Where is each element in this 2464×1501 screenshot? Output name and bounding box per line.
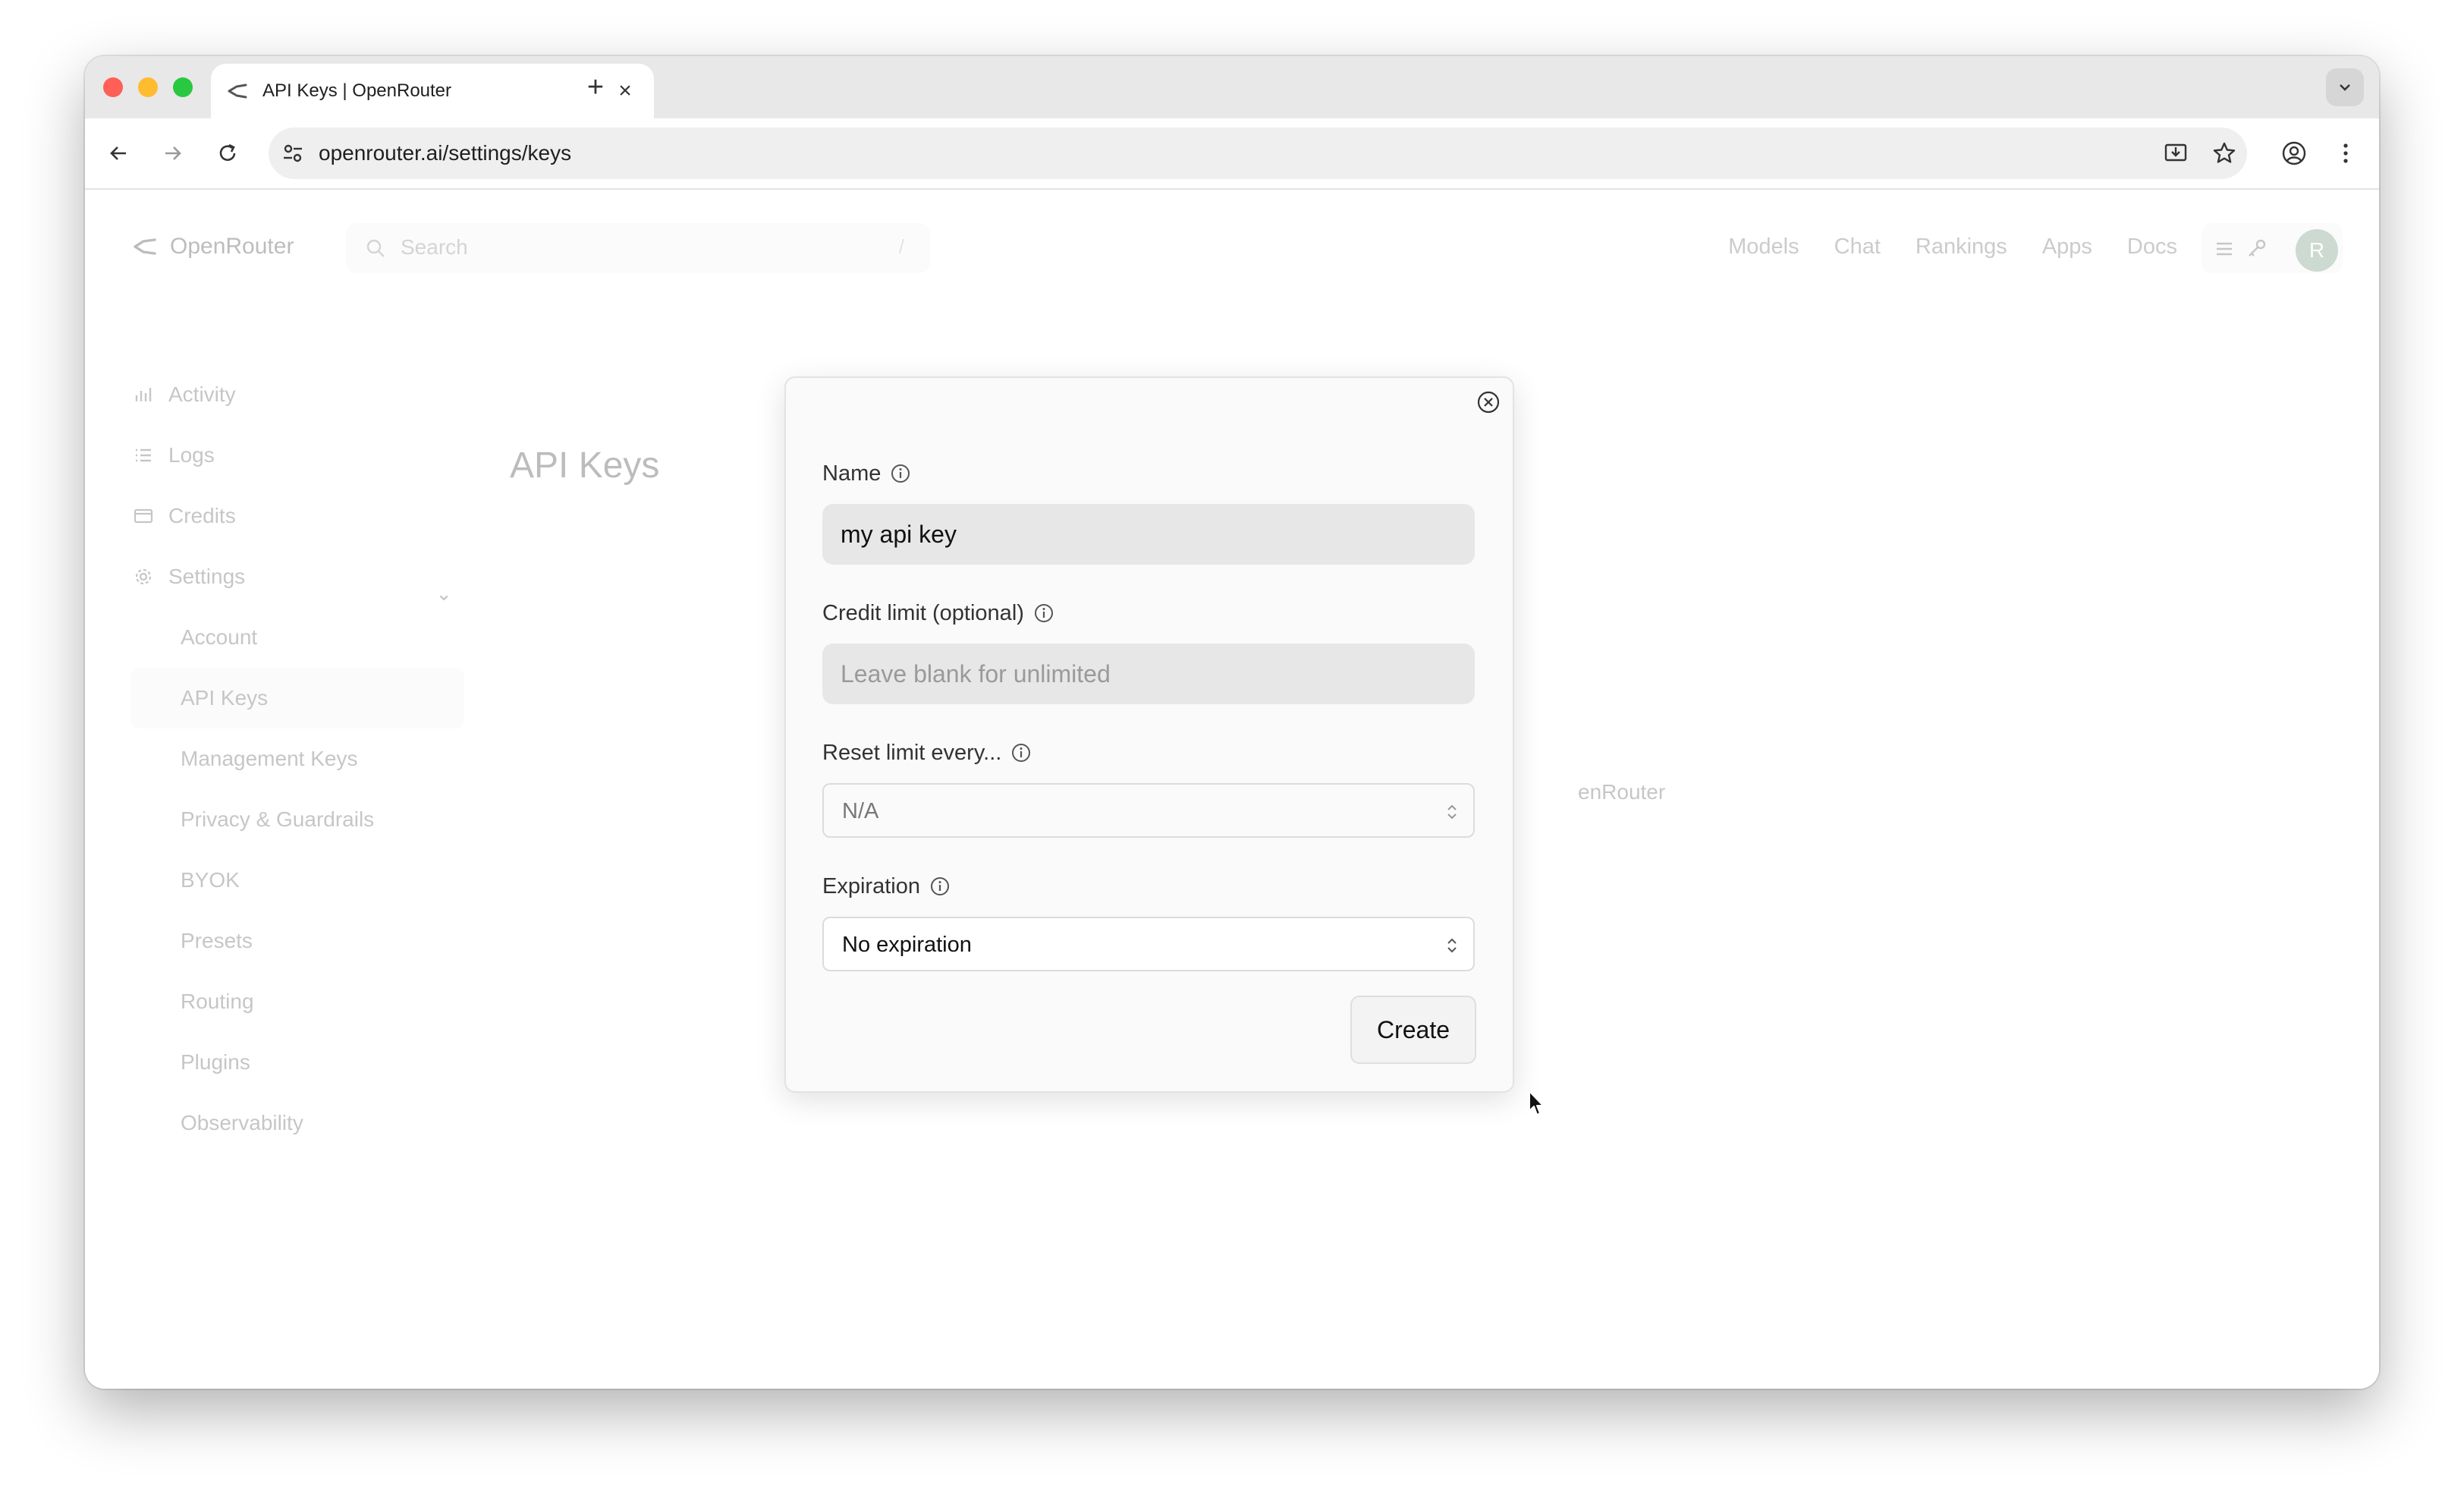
expiration-select[interactable]: No expiration	[822, 917, 1475, 971]
new-tab-button[interactable]: +	[578, 70, 613, 105]
forward-button[interactable]	[155, 135, 191, 171]
background-text: enRouter	[1578, 780, 1666, 804]
credit-card-icon	[134, 508, 153, 524]
sidebar: Activity Logs Credits Settings ⌄ Account…	[130, 364, 464, 1153]
select-arrows-icon	[1447, 938, 1457, 953]
search-icon	[366, 239, 385, 257]
sidebar-item-settings[interactable]: Settings ⌄	[130, 546, 464, 607]
sidebar-item-label: Settings	[168, 565, 246, 588]
info-icon[interactable]	[929, 876, 951, 897]
window-maximize-button[interactable]	[173, 77, 193, 97]
tab-close-icon[interactable]: ×	[611, 77, 639, 105]
avatar[interactable]: R	[2296, 229, 2338, 272]
search-placeholder: Search	[401, 235, 468, 259]
openrouter-logo-icon	[134, 238, 156, 255]
expiration-value: No expiration	[842, 933, 972, 957]
name-label: Name	[822, 460, 911, 487]
search-shortcut-hint: /	[898, 235, 904, 258]
info-icon[interactable]	[890, 463, 911, 484]
site-logo[interactable]: OpenRouter	[132, 229, 294, 264]
window-close-button[interactable]	[103, 77, 123, 97]
nav-rankings[interactable]: Rankings	[1916, 229, 2007, 264]
name-input[interactable]	[822, 504, 1475, 565]
sidebar-item-logs[interactable]: Logs	[130, 425, 464, 486]
more-vert-icon[interactable]	[2332, 140, 2359, 167]
page-title: API Keys	[510, 445, 660, 486]
name-label-text: Name	[822, 461, 882, 486]
gear-icon	[135, 568, 152, 585]
sidebar-item-privacy-guardrails[interactable]: Privacy & Guardrails	[130, 789, 464, 850]
close-icon[interactable]	[1473, 387, 1504, 417]
key-icon[interactable]	[2246, 238, 2267, 260]
sidebar-item-observability[interactable]: Observability	[130, 1093, 464, 1153]
mouse-cursor-icon	[1529, 1090, 1544, 1116]
sidebar-item-management-keys[interactable]: Management Keys	[130, 728, 464, 789]
expiration-label-text: Expiration	[822, 874, 920, 898]
reset-limit-select[interactable]: N/A	[822, 783, 1475, 838]
credit-limit-label-text: Credit limit (optional)	[822, 601, 1024, 625]
top-nav: Models Chat Rankings Apps Docs	[1728, 229, 2177, 264]
nav-chat[interactable]: Chat	[1834, 229, 1881, 264]
sidebar-item-presets[interactable]: Presets	[130, 911, 464, 971]
arrow-left-icon	[110, 146, 126, 160]
install-app-icon[interactable]	[2162, 140, 2189, 167]
reload-button[interactable]	[209, 135, 246, 171]
create-key-dialog: Name Credit limit (optional) Reset limit…	[784, 376, 1514, 1093]
select-arrows-icon	[1447, 804, 1457, 820]
window-minimize-button[interactable]	[138, 77, 158, 97]
sidebar-item-account[interactable]: Account	[130, 607, 464, 668]
nav-docs[interactable]: Docs	[2127, 229, 2177, 264]
tab-title: API Keys | OpenRouter	[262, 80, 452, 101]
menu-icon[interactable]	[2214, 238, 2235, 260]
tab-strip: API Keys | OpenRouter × +	[85, 56, 2379, 118]
sidebar-item-credits[interactable]: Credits	[130, 486, 464, 546]
credit-limit-label: Credit limit (optional)	[822, 599, 1054, 627]
nav-apps[interactable]: Apps	[2042, 229, 2092, 264]
address-bar[interactable]: openrouter.ai/settings/keys	[269, 127, 2247, 179]
list-icon	[136, 448, 151, 462]
bar-chart-icon	[135, 388, 152, 401]
back-button[interactable]	[100, 135, 137, 171]
sidebar-item-plugins[interactable]: Plugins	[130, 1032, 464, 1093]
sidebar-item-api-keys[interactable]: API Keys	[130, 668, 464, 728]
chevron-down-icon	[2340, 84, 2350, 91]
credit-limit-input[interactable]	[822, 644, 1475, 704]
sidebar-item-routing[interactable]: Routing	[130, 971, 464, 1032]
site-settings-icon[interactable]	[281, 141, 305, 165]
reset-limit-label: Reset limit every...	[822, 739, 1032, 766]
browser-toolbar: openrouter.ai/settings/keys	[85, 118, 2379, 190]
sidebar-item-label: Activity	[168, 382, 236, 406]
sidebar-item-byok[interactable]: BYOK	[130, 850, 464, 911]
nav-models[interactable]: Models	[1728, 229, 1799, 264]
arrow-right-icon	[165, 146, 181, 160]
reload-icon	[219, 143, 236, 161]
create-button[interactable]: Create	[1350, 996, 1476, 1064]
brand-name: OpenRouter	[170, 234, 294, 259]
sidebar-item-label: Credits	[168, 504, 236, 527]
profile-icon[interactable]	[2280, 140, 2308, 167]
tab-search-button[interactable]	[2326, 68, 2364, 106]
sidebar-item-activity[interactable]: Activity	[130, 364, 464, 425]
info-icon[interactable]	[1033, 603, 1054, 624]
sidebar-item-label: Logs	[168, 443, 215, 467]
reset-limit-value: N/A	[842, 799, 879, 823]
url-text: openrouter.ai/settings/keys	[319, 141, 572, 165]
bookmark-star-icon[interactable]	[2211, 140, 2238, 167]
openrouter-favicon-icon	[228, 83, 247, 99]
expiration-label: Expiration	[822, 873, 951, 900]
info-icon[interactable]	[1010, 742, 1032, 763]
site-search-input[interactable]: Search /	[346, 223, 930, 273]
reset-limit-label-text: Reset limit every...	[822, 741, 1002, 765]
